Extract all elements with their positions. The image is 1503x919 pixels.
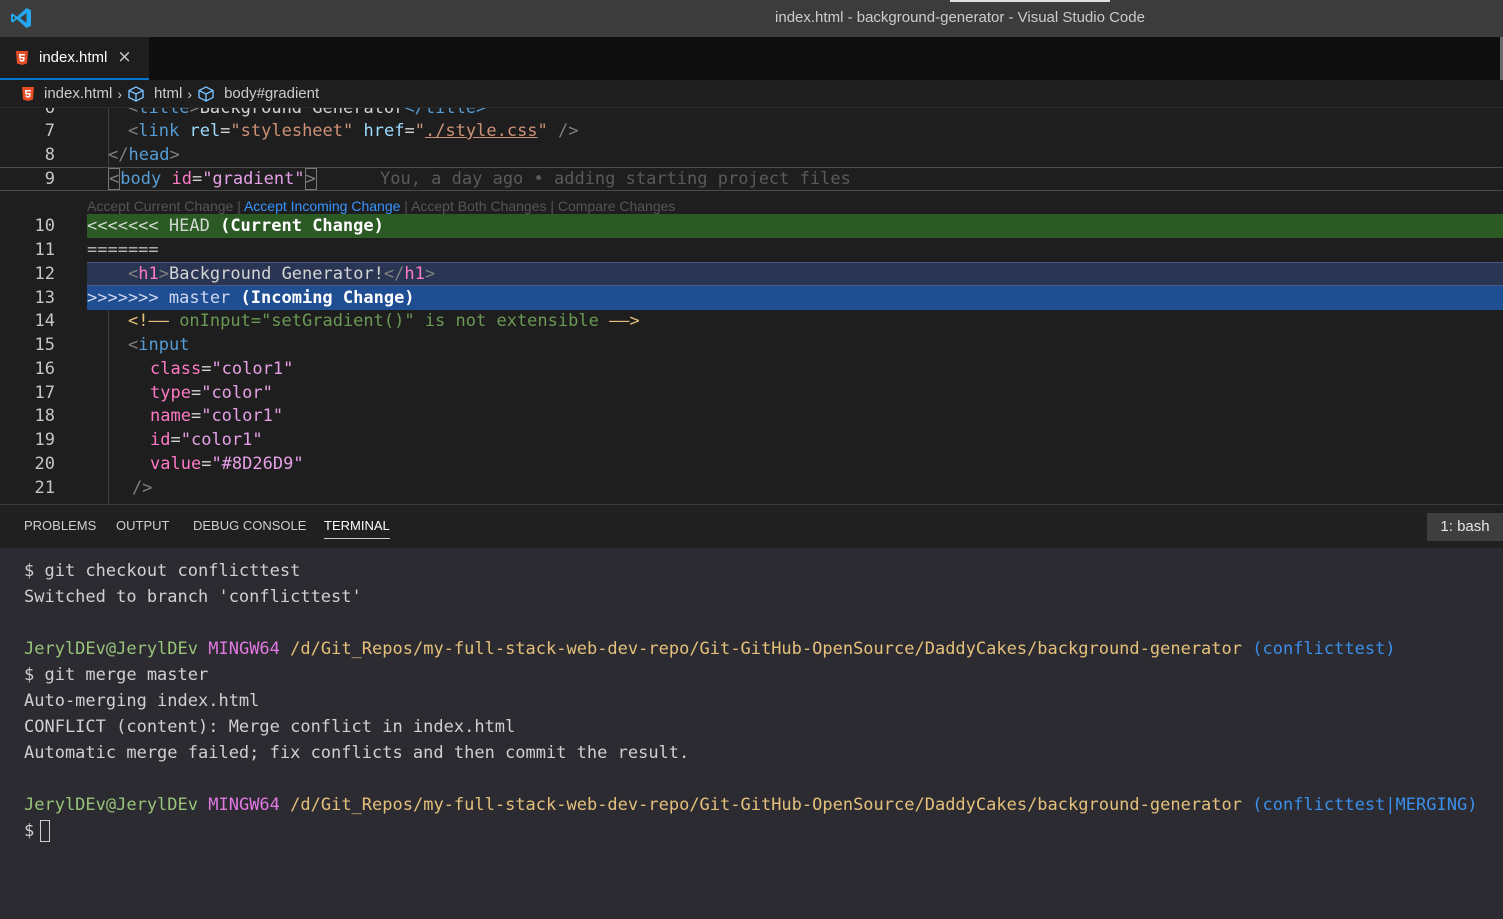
tab-label: index.html — [39, 49, 108, 66]
breadcrumb: index.html › html › body#gradient — [0, 80, 1503, 108]
accept-current-change-link[interactable]: Accept Current Change — [87, 198, 233, 214]
code-line[interactable]: 10 <<<<<<< HEAD (Current Change) — [0, 214, 1503, 238]
tab-problems[interactable]: PROBLEMS — [24, 518, 96, 533]
terminal-output[interactable]: $ git checkout conflicttest Switched to … — [24, 558, 1477, 844]
terminal-line: CONFLICT (content): Merge conflict in in… — [24, 717, 516, 737]
tab-terminal[interactable]: TERMINAL — [324, 518, 390, 539]
terminal-input-line[interactable]: $ — [24, 818, 1477, 844]
breadcrumb-html[interactable]: html — [127, 85, 182, 102]
terminal-line: Auto-merging index.html — [24, 691, 260, 711]
git-blame-annotation: You, a day ago • adding starting project… — [380, 169, 851, 189]
cube-symbol-icon — [128, 85, 144, 102]
code-line[interactable]: 8 </head> — [0, 143, 1503, 167]
breadcrumb-body[interactable]: body#gradient — [197, 85, 319, 102]
compare-changes-link[interactable]: Compare Changes — [558, 198, 676, 214]
tab-index-html[interactable]: index.html × — [0, 37, 149, 80]
code-editor[interactable]: 6 <title>Background Generator</title> 7 … — [0, 108, 1503, 504]
accept-both-changes-link[interactable]: Accept Both Changes — [411, 198, 546, 214]
editor-tab-bar: index.html × — [0, 37, 1503, 80]
html5-file-icon — [16, 50, 28, 65]
code-line[interactable]: 14 <!—— onInput="setGradient()" is not e… — [0, 309, 1503, 333]
chevron-right-icon: › — [187, 85, 193, 102]
terminal-prompt: JerylDEv@JerylDEv MINGW64 /d/Git_Repos/m… — [24, 795, 1478, 815]
code-line-current[interactable]: 9 <body id="gradient"> You, a day ago • … — [0, 167, 1503, 191]
code-line[interactable]: 11 ======= — [0, 238, 1503, 262]
merge-conflict-codelens: Accept Current Change | Accept Incoming … — [87, 198, 676, 214]
code-line[interactable]: 17 type="color" — [0, 381, 1503, 405]
code-line[interactable]: 13 >>>>>>> master (Incoming Change) — [0, 286, 1503, 310]
bottom-panel: PROBLEMS OUTPUT DEBUG CONSOLE TERMINAL 1… — [0, 504, 1503, 919]
code-line[interactable]: 21 /> — [0, 476, 1503, 500]
window-title: index.html - background-generator - Visu… — [775, 9, 1145, 26]
panel-tab-bar: PROBLEMS OUTPUT DEBUG CONSOLE TERMINAL 1… — [0, 505, 1503, 548]
terminal-line: $ git checkout conflicttest — [24, 561, 301, 581]
terminal-cursor — [40, 820, 51, 842]
code-line[interactable]: 18 name="color1" — [0, 404, 1503, 428]
code-line[interactable]: 15 <input — [0, 333, 1503, 357]
chevron-right-icon: › — [117, 85, 123, 102]
close-tab-icon[interactable]: × — [117, 49, 131, 66]
terminal-line: Switched to branch 'conflicttest' — [24, 587, 362, 607]
terminal-select[interactable]: 1: bash — [1427, 513, 1503, 541]
code-line[interactable]: 16 class="color1" — [0, 357, 1503, 381]
cube-symbol-icon — [198, 85, 214, 102]
title-accent-bar — [950, 0, 1110, 2]
tab-output[interactable]: OUTPUT — [116, 518, 169, 533]
stylesheet-link[interactable]: ./style.css — [425, 121, 538, 141]
breadcrumb-file[interactable]: index.html — [21, 85, 112, 102]
tab-debug-console[interactable]: DEBUG CONSOLE — [193, 518, 306, 533]
code-line[interactable]: 12 <h1>Background Generator!</h1> — [0, 262, 1503, 286]
terminal-line: Automatic merge failed; fix conflicts an… — [24, 743, 690, 763]
terminal-line: $ git merge master — [24, 665, 209, 685]
code-line[interactable]: 19 id="color1" — [0, 428, 1503, 452]
html5-file-icon — [22, 86, 34, 101]
title-bar: index.html - background-generator - Visu… — [0, 0, 1503, 37]
accept-incoming-change-link[interactable]: Accept Incoming Change — [244, 198, 400, 214]
breadcrumb-body-label: body#gradient — [224, 85, 320, 102]
code-line[interactable]: 20 value="#8D26D9" — [0, 452, 1503, 476]
breadcrumb-html-label: html — [154, 85, 183, 102]
terminal-prompt: JerylDEv@JerylDEv MINGW64 /d/Git_Repos/m… — [24, 639, 1396, 659]
code-line[interactable]: 7 <link rel="stylesheet" href="./style.c… — [0, 119, 1503, 143]
breadcrumb-file-label: index.html — [44, 85, 113, 102]
